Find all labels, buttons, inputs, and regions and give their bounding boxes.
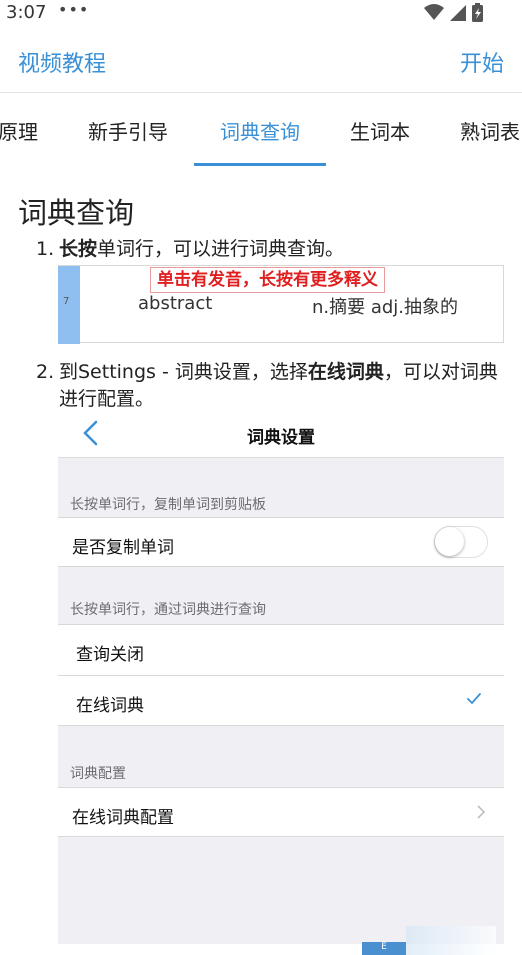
settings-nav-bar: 词典设置 (58, 408, 504, 458)
bottom-image-fragment: E (362, 942, 406, 955)
option-lookup-off: 查询关闭 (76, 645, 144, 665)
group-header-copy: 长按单词行，复制单词到剪贴板 (70, 497, 266, 513)
battery-icon (472, 3, 483, 22)
status-icons (424, 3, 483, 22)
step-number: 2. (36, 361, 55, 383)
dictionary-config-cell: 在线词典配置 (58, 787, 504, 837)
group-header-config: 词典配置 (70, 766, 126, 782)
cell-separator (58, 675, 504, 676)
lookup-options-group: 查询关闭 在线词典 (58, 624, 504, 726)
line-number: 7 (63, 296, 70, 307)
wifi-icon (424, 4, 444, 20)
step-text: 长按单词行，可以进行词典查询。 (59, 236, 507, 263)
header-divider (0, 92, 522, 93)
demo-tip-label: 单击有发音，长按有更多释义 (150, 267, 385, 293)
tab-bar: 原理 新手引导 词典查询 生词本 熟词表 (0, 100, 522, 168)
copy-word-cell: 是否复制单词 (58, 517, 504, 567)
notification-dots: ••• (58, 0, 90, 19)
demo-word: abstract (138, 293, 213, 314)
step-pre: 到Settings - 词典设置，选择 (59, 361, 308, 383)
line-number-gutter: 7 (58, 266, 80, 344)
chevron-right-icon (477, 805, 486, 819)
demo-meaning: n.摘要 adj.抽象的 (312, 297, 459, 318)
signal-icon (450, 5, 466, 21)
tab-known-words[interactable]: 熟词表 (460, 116, 520, 145)
tab-dictionary-lookup[interactable]: 词典查询 (220, 116, 300, 145)
step-rest: 单词行，可以进行词典查询。 (97, 238, 345, 260)
settings-screenshot: 词典设置 长按单词行，复制单词到剪贴板 是否复制单词 长按单词行，通过词典进行查… (58, 408, 504, 944)
video-tutorial-link[interactable]: 视频教程 (18, 46, 106, 78)
step-bold: 长按 (59, 238, 98, 260)
settings-title: 词典设置 (247, 428, 315, 448)
copy-word-toggle (434, 526, 488, 558)
dictionary-config-label: 在线词典配置 (72, 808, 174, 828)
tab-new-words[interactable]: 生词本 (350, 116, 410, 145)
option-online-dictionary: 在线词典 (76, 696, 144, 716)
status-bar: 3:07 ••• (0, 0, 522, 26)
tab-principle[interactable]: 原理 (0, 116, 38, 145)
bottom-fade (406, 926, 496, 955)
status-time: 3:07 (6, 2, 47, 23)
active-tab-indicator (194, 163, 326, 166)
step-text: 到Settings - 词典设置，选择在线词典，可以对词典进行配置。 (59, 359, 507, 413)
group-header-lookup: 长按单词行，通过词典进行查询 (70, 602, 266, 618)
tab-beginner-guide[interactable]: 新手引导 (88, 116, 168, 145)
start-button[interactable]: 开始 (460, 46, 504, 78)
checkmark-icon (467, 693, 481, 705)
app-header: 视频教程 开始 (0, 34, 522, 88)
copy-word-label: 是否复制单词 (72, 538, 174, 558)
toggle-knob (435, 527, 464, 556)
section-title: 词典查询 (18, 196, 135, 230)
step-bold: 在线词典 (307, 361, 384, 383)
demo-word-row-image: 7 单击有发音，长按有更多释义 abstract n.摘要 adj.抽象的 (58, 265, 504, 344)
step-number: 1. (36, 238, 55, 260)
